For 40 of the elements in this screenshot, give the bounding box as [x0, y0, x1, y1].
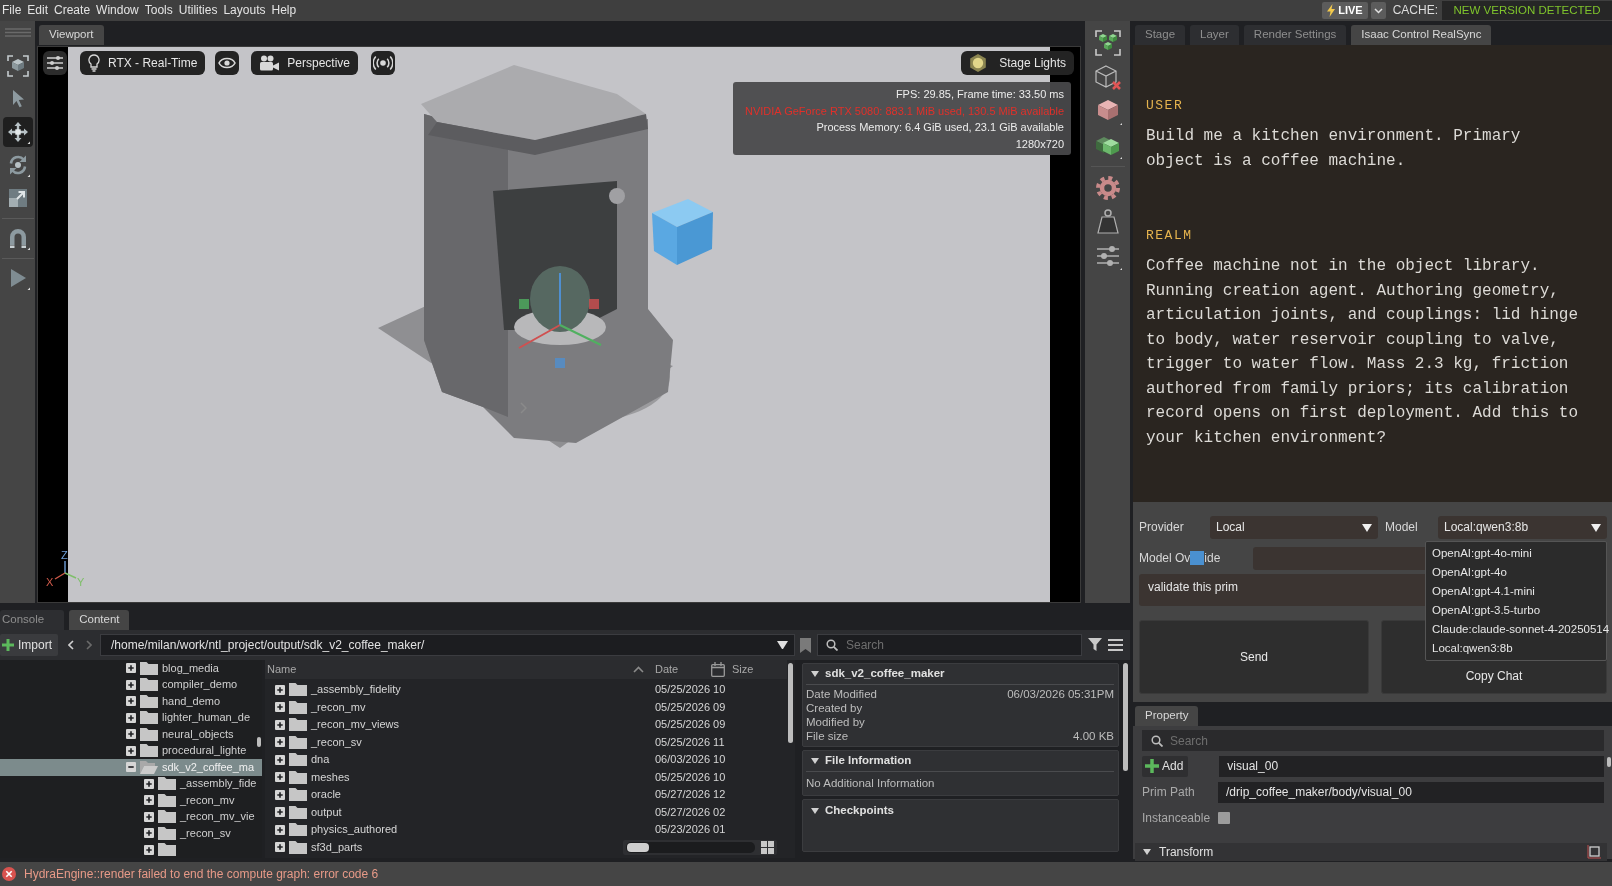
override-label: Model Ov [1139, 551, 1191, 566]
field-label: File size [806, 729, 849, 743]
cache-label: CACHE: [1392, 3, 1438, 18]
provider-label: Provider [1139, 520, 1185, 535]
model-label: Model [1385, 520, 1419, 535]
file-date: 05/25/2026 11 [654, 735, 726, 749]
override-label: ide [1204, 551, 1221, 566]
file-date: 05/25/2026 09 [654, 718, 727, 732]
stats-line: Process Memory: 6.4 GiB used, 23.1 GiB available [815, 120, 1064, 135]
file-date: 05/27/2026 02 [654, 805, 727, 819]
field-label: Created by [806, 701, 863, 715]
section-title: Transform [1159, 844, 1215, 860]
stats-line: 1280x720 [1014, 136, 1064, 152]
stats-line: FPS: 29.85, Frame time: 33.50 ms [894, 87, 1064, 102]
file-date: 05/25/2026 09 [654, 700, 727, 714]
instanceable-label: Instanceable [1142, 810, 1212, 826]
section-title: Checkpoints [825, 803, 894, 818]
speaker-label: REALM [1146, 227, 1194, 245]
file-date: 05/27/2026 12 [654, 788, 727, 802]
field-value: 06/03/2026 05:31PM [1007, 687, 1114, 701]
chat-message: Coffee machine not in the object library. Running creation agent. Authoring geometry, articulation joints, and couplings: lid hinge to body, water reservoir coupling to valve, trigger to water flow. Mass 2.3 kg, friction authored from family priors; its calibration record opens on first deployment. Add this to your kitchen environment? [1146, 256, 1580, 449]
file-date: 05/25/2026 10 [654, 770, 727, 784]
file-date: 05/23/2026 01 [654, 823, 727, 837]
section-title: File Information [825, 754, 912, 768]
axis-label: Y [77, 576, 85, 588]
field-label: Date Modified [806, 687, 877, 701]
file-date: 05/25/2026 10 [654, 683, 727, 697]
field-value: 4.00 KB [1073, 729, 1114, 743]
field-label: Modified by [806, 715, 865, 729]
file-date: 06/03/2026 10 [654, 753, 727, 767]
status-message: HydraEngine::render failed to end the compute graph: error code 6 [24, 866, 379, 882]
info-text: No Additional Information [806, 776, 936, 791]
speaker-label: USER [1146, 97, 1185, 115]
axis-label: Z [61, 550, 68, 561]
cache-status: NEW VERSION DETECTED [1442, 1, 1612, 20]
prim-path-label: Prim Path [1142, 784, 1196, 800]
axis-label: X [46, 576, 54, 588]
section-title: sdk_v2_coffee_maker [825, 667, 945, 681]
stats-line: NVIDIA GeForce RTX 5080: 883.1 MiB used, 130.5 MiB available [744, 103, 1064, 119]
chat-message: Build me a kitchen environment. Primary object is a coffee machine. [1146, 126, 1522, 172]
